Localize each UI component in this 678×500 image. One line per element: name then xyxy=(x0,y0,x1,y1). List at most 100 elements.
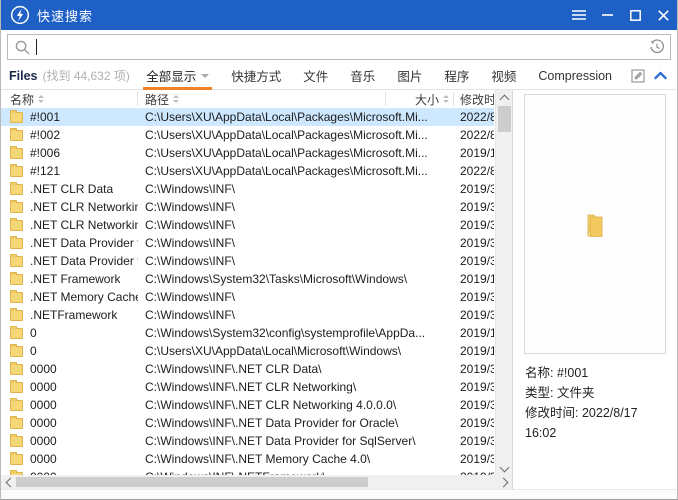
tab-图片[interactable]: 图片 xyxy=(386,62,433,90)
cell-name: #!006 xyxy=(1,146,138,160)
table-row[interactable]: #!002C:\Users\XU\AppData\Local\Packages\… xyxy=(1,126,494,144)
cell-path: C:\Windows\INF\ xyxy=(138,200,454,214)
column-header-name[interactable]: 名称 xyxy=(1,92,138,106)
window-title: 快速搜索 xyxy=(37,6,93,25)
cell-name: #!121 xyxy=(1,164,138,178)
preview-box xyxy=(524,94,666,354)
folder-icon xyxy=(10,436,23,447)
vertical-scroll-thumb[interactable] xyxy=(498,106,511,132)
window-bottom-edge xyxy=(1,489,677,499)
tabbar-icons xyxy=(627,65,671,87)
table-row[interactable]: .NET Data Provider for...C:\Windows\INF\… xyxy=(1,234,494,252)
folder-icon xyxy=(10,202,23,213)
table-row[interactable]: 0000C:\Windows\INF\.NET CLR Networking 4… xyxy=(1,396,494,414)
tab-Compression[interactable]: Compression xyxy=(527,62,623,90)
cell-path: C:\Users\XU\AppData\Local\Microsoft\Wind… xyxy=(138,344,454,358)
tab-音乐[interactable]: 音乐 xyxy=(339,62,386,90)
horizontal-scroll-thumb[interactable] xyxy=(16,477,368,487)
tab-show-all[interactable]: 全部显示 xyxy=(135,62,220,90)
files-label: Files xyxy=(9,69,38,83)
search-input[interactable] xyxy=(37,36,644,58)
column-header-size[interactable]: 大小 xyxy=(386,92,454,106)
column-header-path[interactable]: 路径 xyxy=(138,92,386,106)
folder-icon xyxy=(10,220,23,231)
table-row[interactable]: #!006C:\Users\XU\AppData\Local\Packages\… xyxy=(1,144,494,162)
edit-filters-button[interactable] xyxy=(627,65,649,87)
table-row[interactable]: 0000C:\Windows\INF\.NET CLR Networking\2… xyxy=(1,378,494,396)
vertical-scrollbar[interactable] xyxy=(495,90,512,476)
cell-path: C:\Windows\INF\.NET CLR Networking\ xyxy=(138,380,454,394)
minimize-icon xyxy=(602,14,613,16)
cell-path: C:\Windows\INF\.NET CLR Networking 4.0.0… xyxy=(138,398,454,412)
cell-path: C:\Windows\INF\ xyxy=(138,182,454,196)
folder-icon xyxy=(10,364,23,375)
tab-快捷方式[interactable]: 快捷方式 xyxy=(220,62,292,90)
scroll-down-button[interactable] xyxy=(496,461,513,476)
table-row[interactable]: .NET CLR DataC:\Windows\INF\2019/3/ xyxy=(1,180,494,198)
cell-name: 0000 xyxy=(1,362,138,376)
column-header-modified[interactable]: 修改时 xyxy=(454,92,494,106)
minimize-button[interactable] xyxy=(593,0,621,30)
cell-name: #!001 xyxy=(1,110,138,124)
cell-name: 0000 xyxy=(1,380,138,394)
folder-icon xyxy=(10,112,23,123)
scroll-up-button[interactable] xyxy=(496,90,513,105)
menu-button[interactable] xyxy=(565,0,593,30)
sort-icon xyxy=(38,95,44,103)
cell-modified-date: 2019/3/ xyxy=(454,434,494,448)
table-row[interactable]: .NET Memory Cache 4.0C:\Windows\INF\2019… xyxy=(1,288,494,306)
cell-path: C:\Users\XU\AppData\Local\Packages\Micro… xyxy=(138,164,454,178)
tab-程序[interactable]: 程序 xyxy=(433,62,480,90)
table-row[interactable]: 0000C:\Windows\INF\.NET Data Provider fo… xyxy=(1,432,494,450)
table-row[interactable]: 0C:\Windows\System32\config\systemprofil… xyxy=(1,324,494,342)
app-logo-lightning-icon xyxy=(10,5,30,25)
cell-path: C:\Windows\INF\ xyxy=(138,236,454,250)
cell-modified-date: 2019/3/ xyxy=(454,182,494,196)
cell-name: .NET CLR Networking xyxy=(1,200,138,214)
folder-icon xyxy=(10,130,23,141)
close-button[interactable] xyxy=(649,0,677,30)
table-row[interactable]: .NETFrameworkC:\Windows\INF\2019/3/ xyxy=(1,306,494,324)
table-row[interactable]: 0000C:\Windows\INF\.NET Data Provider fo… xyxy=(1,414,494,432)
search-box[interactable] xyxy=(7,34,671,60)
cell-modified-date: 2019/3/ xyxy=(454,416,494,430)
table-row[interactable]: #!121C:\Users\XU\AppData\Local\Packages\… xyxy=(1,162,494,180)
main-area: 名称 路径 大小 修改时 #!001C:\Users\XU\A xyxy=(1,90,677,489)
cell-name: .NET Data Provider for... xyxy=(1,254,138,268)
cell-name: 0000 xyxy=(1,398,138,412)
cell-name: .NET CLR Data xyxy=(1,182,138,196)
cell-name: .NET Framework xyxy=(1,272,138,286)
table-row[interactable]: .NET FrameworkC:\Windows\System32\Tasks\… xyxy=(1,270,494,288)
search-history-button[interactable] xyxy=(644,35,670,59)
table-row[interactable]: 0000C:\Windows\INF\.NET CLR Data\2019/3/ xyxy=(1,360,494,378)
table-row[interactable]: .NET CLR NetworkingC:\Windows\INF\2019/3… xyxy=(1,198,494,216)
cell-path: C:\Windows\INF\.NET Memory Cache 4.0\ xyxy=(138,452,454,466)
dropdown-triangle-icon[interactable] xyxy=(201,74,209,78)
collapse-panel-button[interactable] xyxy=(649,65,671,87)
folder-preview-icon xyxy=(582,209,608,239)
scroll-right-button[interactable] xyxy=(497,475,512,489)
hamburger-icon xyxy=(572,10,586,20)
tab-文件[interactable]: 文件 xyxy=(292,62,339,90)
table-row[interactable]: .NET Data Provider for...C:\Windows\INF\… xyxy=(1,252,494,270)
tab-视频[interactable]: 视频 xyxy=(480,62,527,90)
cell-modified-date: 2019/3/ xyxy=(454,290,494,304)
filter-tabs: 全部显示快捷方式文件音乐图片程序视频Compression xyxy=(135,62,623,90)
scroll-left-button[interactable] xyxy=(1,475,16,489)
table-row[interactable]: #!001C:\Users\XU\AppData\Local\Packages\… xyxy=(1,108,494,126)
table-row[interactable]: .NET CLR Networking 4...C:\Windows\INF\2… xyxy=(1,216,494,234)
cell-modified-date: 2022/8/ xyxy=(454,128,494,142)
horizontal-scrollbar[interactable] xyxy=(1,475,512,489)
cell-name: #!002 xyxy=(1,128,138,142)
sort-icon xyxy=(173,95,179,103)
sort-icon xyxy=(443,95,449,103)
folder-icon xyxy=(10,166,23,177)
maximize-button[interactable] xyxy=(621,0,649,30)
folder-icon xyxy=(10,238,23,249)
table-row[interactable]: 0C:\Users\XU\AppData\Local\Microsoft\Win… xyxy=(1,342,494,360)
folder-icon xyxy=(10,346,23,357)
cell-path: C:\Windows\System32\config\systemprofile… xyxy=(138,326,454,340)
chevron-left-icon xyxy=(5,477,15,487)
table-row[interactable]: 0000C:\Windows\INF\.NET Memory Cache 4.0… xyxy=(1,450,494,468)
folder-icon xyxy=(10,274,23,285)
